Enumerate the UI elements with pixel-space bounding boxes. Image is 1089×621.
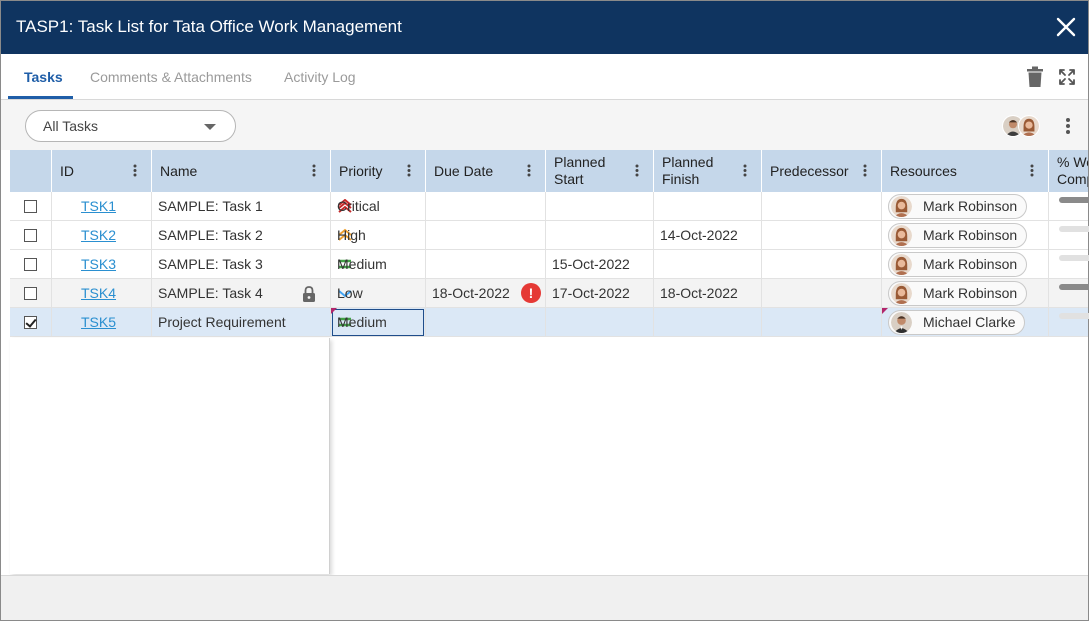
dialog-title: TASP1: Task List for Tata Office Work Ma… [16, 17, 402, 36]
due-date-value: 18-Oct-2022 [432, 285, 510, 301]
avatar-female-icon [891, 283, 912, 304]
table-row[interactable]: TSK5 Project Requirement Medium Michael … [10, 308, 1089, 337]
table-row[interactable]: TSK2 SAMPLE: Task 2 High 14-Oct-2022 Mar… [10, 221, 1089, 250]
resource-name: Mark Robinson [923, 227, 1018, 243]
progress-bar [1059, 255, 1089, 261]
planned-start-value: 17-Oct-2022 [552, 285, 630, 301]
avatar-female-icon [891, 196, 912, 217]
column-menu-icon[interactable] [527, 164, 531, 177]
header-name[interactable]: Name [152, 150, 331, 192]
task-name: SAMPLE: Task 3 [158, 256, 263, 272]
task-name: SAMPLE: Task 2 [158, 227, 263, 243]
close-icon[interactable] [1054, 15, 1078, 39]
progress-bar [1059, 197, 1089, 203]
header-due-date[interactable]: Due Date [426, 150, 546, 192]
row-checkbox[interactable] [24, 287, 37, 300]
column-menu-icon[interactable] [743, 164, 747, 177]
frozen-columns-area [10, 338, 330, 574]
header-planned-finish[interactable]: Planned Finish [654, 150, 762, 192]
column-menu-icon[interactable] [133, 164, 137, 177]
task-id-link[interactable]: TSK5 [81, 314, 116, 330]
tab-activity-log[interactable]: Activity Log [284, 69, 356, 85]
task-name: SAMPLE: Task 4 [158, 285, 263, 301]
resource-name: Mark Robinson [923, 198, 1018, 214]
row-checkbox[interactable] [24, 229, 37, 242]
row-checkbox[interactable] [24, 200, 37, 213]
row-checkbox[interactable] [24, 316, 37, 329]
header-id[interactable]: ID [52, 150, 152, 192]
header-select [10, 150, 52, 192]
grid-header: ID Name Priority Due Date Planned Start P… [10, 150, 1088, 192]
grid-toolbar: All Tasks [1, 100, 1088, 150]
header-predecessor[interactable]: Predecessor [762, 150, 882, 192]
header-percent-complete[interactable]: % WoComp [1049, 150, 1088, 192]
priority-label: Medium [337, 256, 387, 272]
header-resources[interactable]: Resources [882, 150, 1049, 192]
task-id-link[interactable]: TSK2 [81, 227, 116, 243]
avatar-female-icon [1018, 115, 1040, 137]
lock-icon [303, 286, 315, 302]
avatar-female-icon [891, 225, 912, 246]
table-row[interactable]: TSK1 SAMPLE: Task 1 Critical Mark Robins… [10, 192, 1089, 221]
expand-icon[interactable] [1058, 66, 1076, 88]
planned-finish-value: 18-Oct-2022 [660, 285, 738, 301]
changed-cell-marker [882, 308, 888, 314]
row-checkbox[interactable] [24, 258, 37, 271]
dialog-footer [1, 575, 1088, 620]
tab-comments-attachments[interactable]: Comments & Attachments [90, 69, 252, 85]
table-row[interactable]: TSK3 SAMPLE: Task 3 Medium 15-Oct-2022 M… [10, 250, 1089, 279]
column-menu-icon[interactable] [407, 164, 411, 177]
resource-chip[interactable]: Mark Robinson [888, 223, 1028, 248]
task-name: Project Requirement [158, 314, 286, 330]
planned-finish-value: 14-Oct-2022 [660, 227, 738, 243]
task-grid: ID Name Priority Due Date Planned Start P… [10, 150, 1089, 574]
dialog-titlebar: TASP1: Task List for Tata Office Work Ma… [1, 1, 1088, 54]
resource-chip[interactable]: Michael Clarke [888, 310, 1025, 335]
column-menu-icon[interactable] [863, 164, 867, 177]
resource-chip[interactable]: Mark Robinson [888, 194, 1028, 219]
team-avatars[interactable] [1002, 115, 1042, 139]
active-tab-indicator [8, 96, 73, 99]
avatar-female-icon [891, 254, 912, 275]
overdue-warning-icon: ! [521, 283, 541, 303]
table-row[interactable]: TSK4 SAMPLE: Task 4 Low 18-Oct-2022 ! 17… [10, 279, 1089, 308]
column-menu-icon[interactable] [635, 164, 639, 177]
priority-label: Critical [337, 198, 380, 214]
chevron-down-icon [204, 124, 216, 130]
tab-tasks[interactable]: Tasks [24, 69, 63, 85]
priority-label: Medium [337, 314, 387, 330]
task-name: SAMPLE: Task 1 [158, 198, 263, 214]
header-priority[interactable]: Priority [331, 150, 426, 192]
column-menu-icon[interactable] [1030, 164, 1034, 177]
priority-label: Low [337, 285, 363, 301]
progress-bar [1059, 226, 1089, 232]
progress-bar [1059, 284, 1089, 290]
resource-name: Mark Robinson [923, 256, 1018, 272]
task-id-link[interactable]: TSK1 [81, 198, 116, 214]
task-id-link[interactable]: TSK3 [81, 256, 116, 272]
header-planned-start[interactable]: Planned Start [546, 150, 654, 192]
task-filter-value: All Tasks [43, 118, 98, 134]
resource-chip[interactable]: Mark Robinson [888, 281, 1028, 306]
more-options-icon[interactable] [1065, 117, 1071, 135]
tab-bar: Tasks Comments & Attachments Activity Lo… [1, 54, 1088, 100]
progress-bar [1059, 313, 1089, 319]
resource-name: Mark Robinson [923, 285, 1018, 301]
column-menu-icon[interactable] [312, 164, 316, 177]
resource-name: Michael Clarke [923, 314, 1016, 330]
priority-label: High [337, 227, 366, 243]
trash-icon[interactable] [1026, 66, 1044, 88]
resource-chip[interactable]: Mark Robinson [888, 252, 1028, 277]
task-id-link[interactable]: TSK4 [81, 285, 116, 301]
avatar-male-icon [891, 312, 912, 333]
task-filter-dropdown[interactable]: All Tasks [25, 110, 236, 142]
planned-start-value: 15-Oct-2022 [552, 256, 630, 272]
